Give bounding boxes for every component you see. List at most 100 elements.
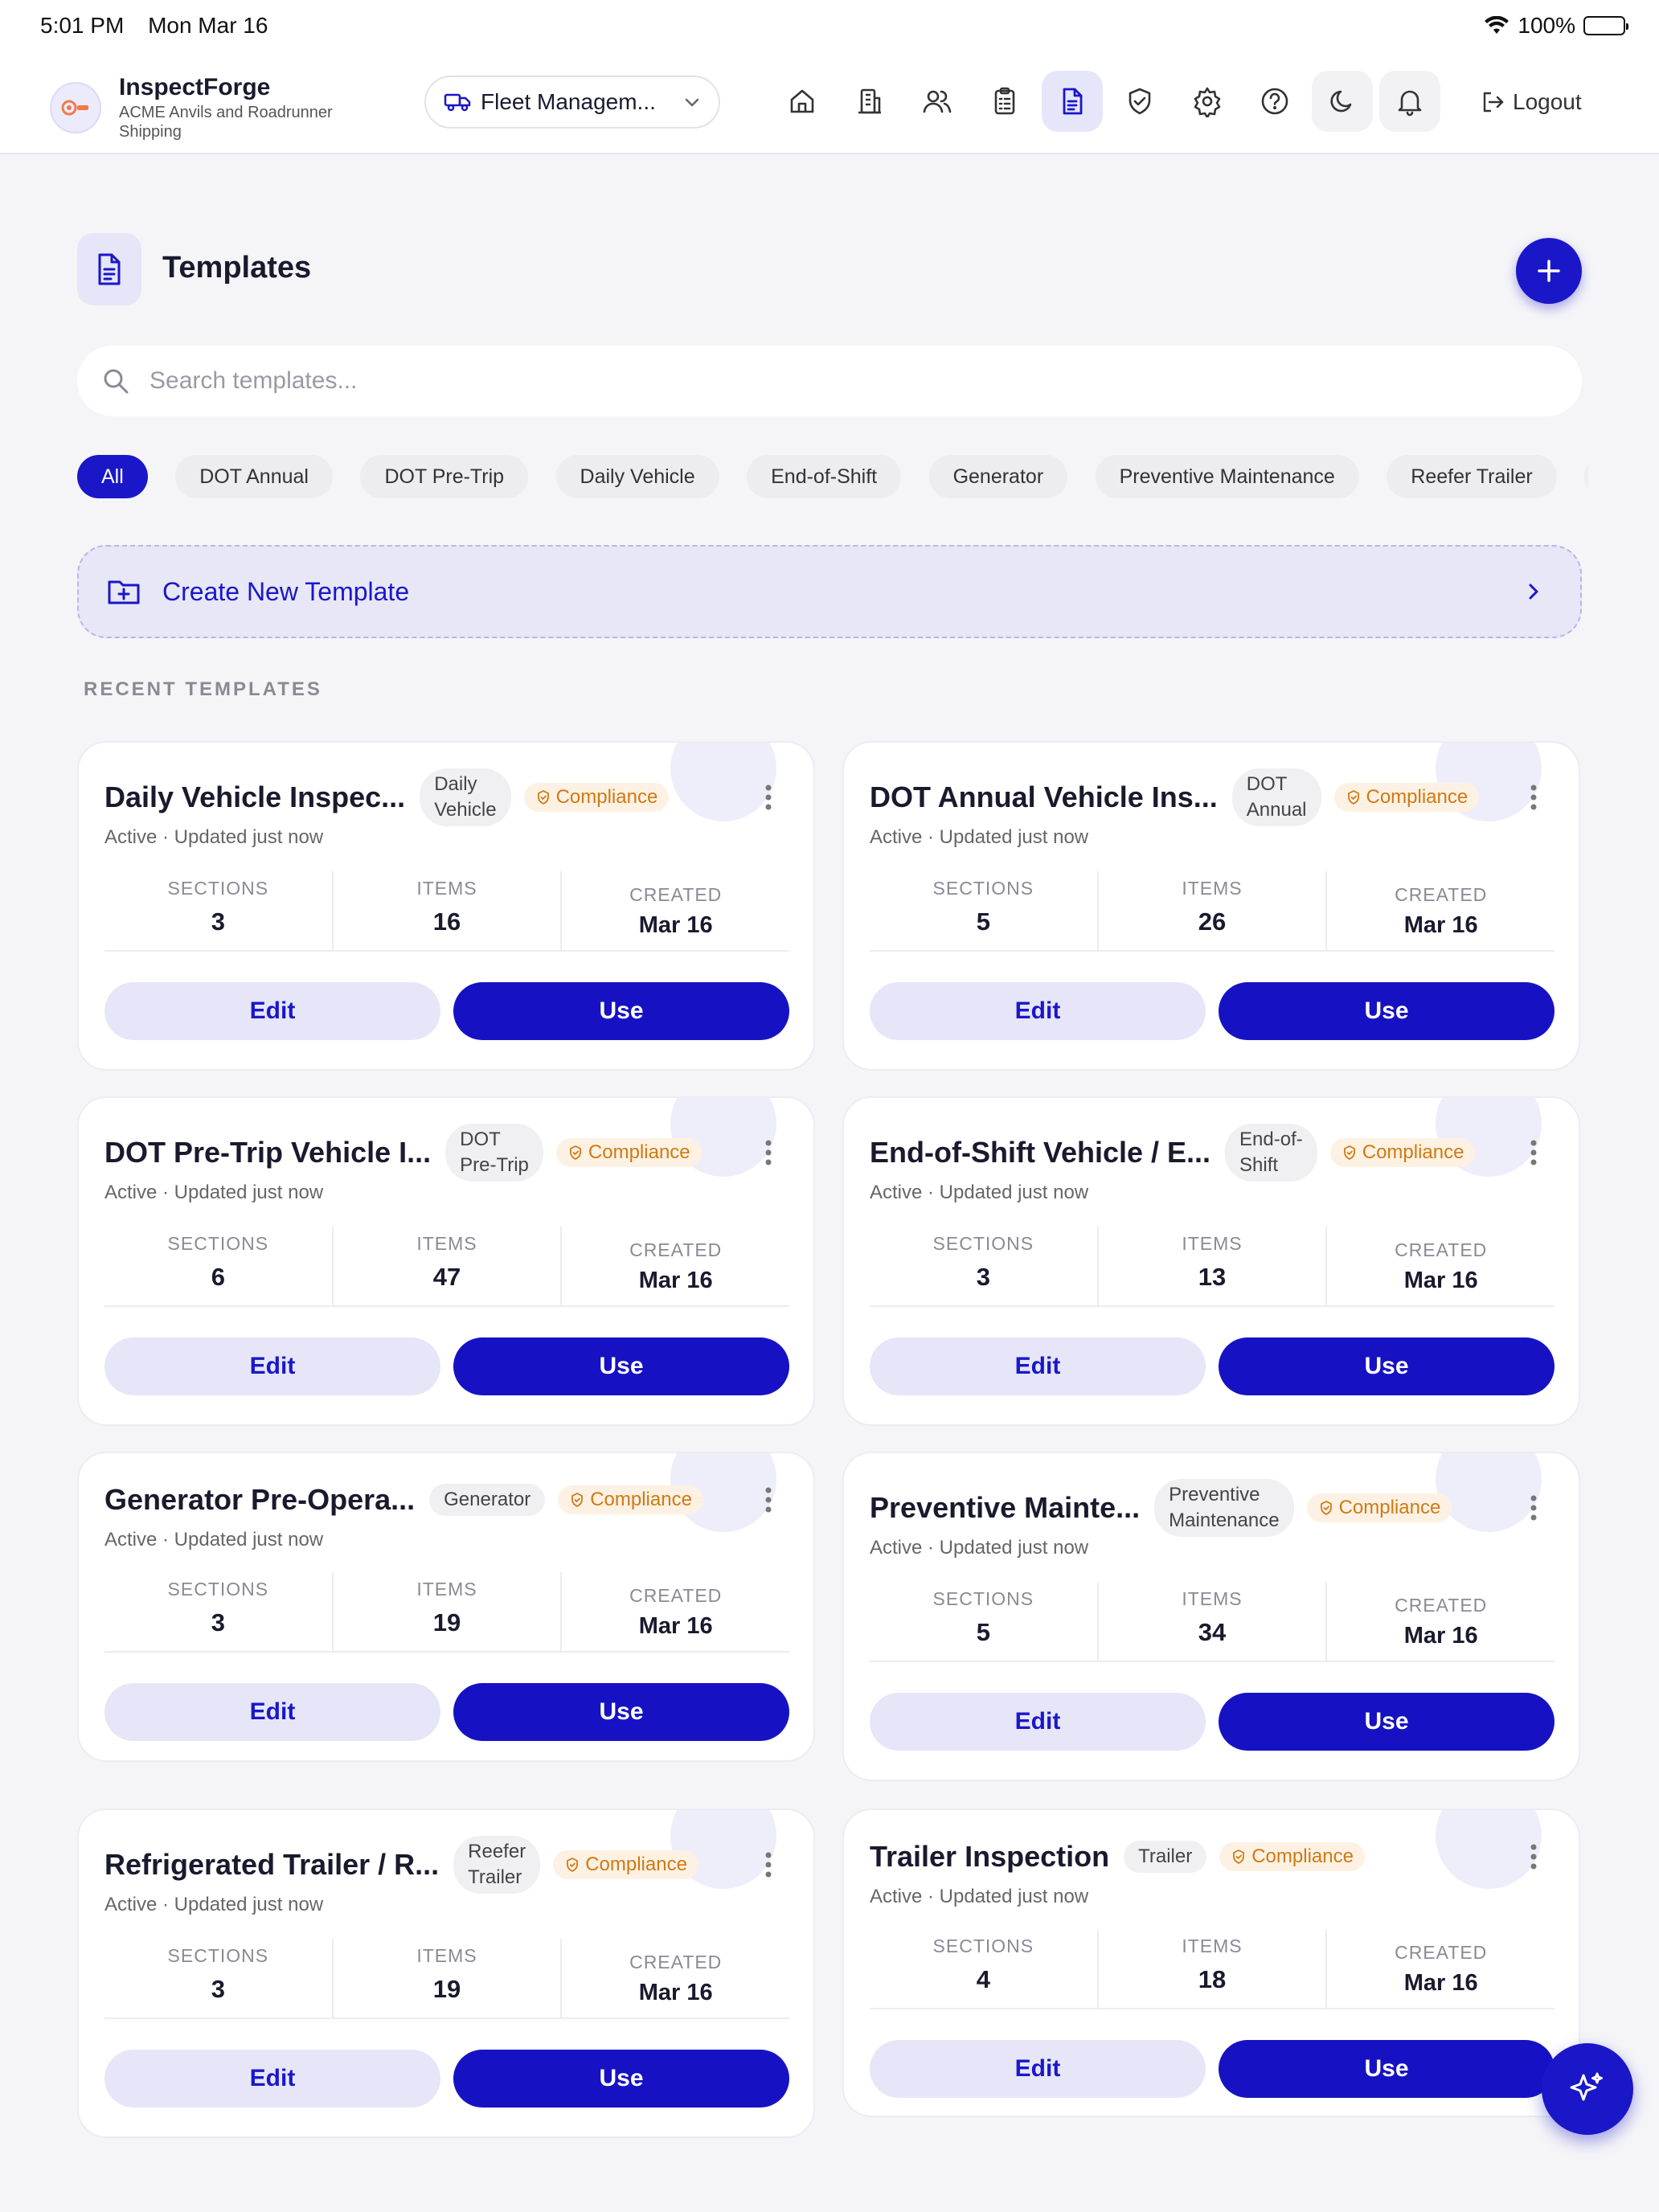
stat-value: Mar 16 <box>1403 1268 1478 1293</box>
template-status: Active · Updated just now <box>870 1537 1089 1559</box>
brand[interactable]: InspectForge ACME Anvils and Roadrunner … <box>50 74 360 141</box>
filter-chip-daily-vehicle[interactable]: Daily Vehicle <box>555 455 719 498</box>
use-button[interactable]: Use <box>1219 1693 1555 1751</box>
edit-button[interactable]: Edit <box>870 1337 1206 1395</box>
template-status: Active · Updated just now <box>870 826 1089 848</box>
nav-buildings-button[interactable] <box>839 71 900 132</box>
stat-label: ITEMS <box>1182 1588 1243 1609</box>
template-card[interactable]: DOT Annual Vehicle Ins... DOT Annual Compl… <box>842 741 1580 1071</box>
more-options-button[interactable] <box>752 773 784 821</box>
stat-label: ITEMS <box>416 878 477 899</box>
stat-label: CREATED <box>1395 1595 1488 1616</box>
filter-chip-dot-annual[interactable]: DOT Annual <box>175 455 333 498</box>
compliance-badge: Compliance <box>1219 1842 1365 1871</box>
template-status: Active · Updated just now <box>104 826 324 848</box>
notifications-button[interactable] <box>1379 71 1440 132</box>
logout-button[interactable]: Logout <box>1479 88 1582 116</box>
use-button[interactable]: Use <box>453 2050 789 2108</box>
template-title: Trailer Inspection <box>870 1840 1110 1873</box>
template-stats: SECTIONS 5 ITEMS 26 CREATED Mar 16 <box>870 871 1555 952</box>
stat-label: ITEMS <box>1182 1233 1243 1254</box>
more-vertical-icon <box>1529 783 1538 812</box>
stat-sections: SECTIONS 3 <box>104 1572 332 1651</box>
use-button[interactable]: Use <box>453 982 789 1040</box>
gear-icon <box>1191 85 1223 117</box>
recent-templates-heading: RECENT TEMPLATES <box>84 678 322 700</box>
org-name: ACME Anvils and Roadrunner Shipping <box>119 104 333 141</box>
theme-toggle-button[interactable] <box>1312 71 1373 132</box>
organization-select[interactable]: Fleet Managem... <box>424 76 720 129</box>
template-card[interactable]: Preventive Mainte... Preventive Maintenan… <box>842 1452 1580 1781</box>
create-new-template-button[interactable]: Create New Template <box>77 545 1582 638</box>
filter-chip-preventive-maintenance[interactable]: Preventive Maintenance <box>1095 455 1359 498</box>
more-options-button[interactable] <box>1518 1129 1550 1177</box>
stat-label: ITEMS <box>416 1579 477 1600</box>
document-icon <box>1056 85 1088 117</box>
filter-chip-dot-pre-trip[interactable]: DOT Pre-Trip <box>360 455 529 498</box>
card-header: Trailer Inspection Trailer Compliance <box>870 1825 1555 1889</box>
template-card[interactable]: End-of-Shift Vehicle / E... End-of- Shift… <box>842 1096 1580 1426</box>
use-button[interactable]: Use <box>1219 982 1555 1040</box>
template-card[interactable]: Trailer Inspection Trailer Compliance Activ… <box>842 1809 1580 2117</box>
filter-chip-end-of-shift[interactable]: End-of-Shift <box>747 455 902 498</box>
edit-button[interactable]: Edit <box>104 1683 440 1741</box>
edit-button[interactable]: Edit <box>104 1337 440 1395</box>
users-icon <box>921 85 953 117</box>
more-options-button[interactable] <box>752 1476 784 1524</box>
card-header: DOT Annual Vehicle Ins... DOT Annual Compl… <box>870 765 1555 830</box>
ai-assistant-button[interactable] <box>1542 2043 1633 2135</box>
search-input[interactable] <box>150 367 1436 395</box>
more-options-button[interactable] <box>1518 1833 1550 1881</box>
more-options-button[interactable] <box>752 1129 784 1177</box>
nav-users-button[interactable] <box>907 71 968 132</box>
filter-chip-all[interactable]: All <box>77 455 148 498</box>
template-category-tag: DOT Pre-Trip <box>445 1124 543 1182</box>
filter-chip-reefer-trailer[interactable]: Reefer Trailer <box>1387 455 1557 498</box>
filter-chip-generator[interactable]: Generator <box>928 455 1068 498</box>
stat-items: ITEMS 34 <box>1096 1582 1326 1661</box>
compliance-badge: Compliance <box>1306 1493 1452 1522</box>
nav-compliance-button[interactable] <box>1109 71 1170 132</box>
use-button[interactable]: Use <box>453 1337 789 1395</box>
stat-value: 18 <box>1198 1965 1227 1993</box>
create-new-template-label: Create New Template <box>162 576 410 606</box>
stat-created: CREATED Mar 16 <box>560 1572 789 1651</box>
compliance-label: Compliance <box>1362 1141 1464 1163</box>
top-header: InspectForge ACME Anvils and Roadrunner … <box>0 51 1659 154</box>
stat-label: SECTIONS <box>167 1579 269 1600</box>
edit-button[interactable]: Edit <box>870 982 1206 1040</box>
edit-button[interactable]: Edit <box>870 2040 1206 2098</box>
nav-home-button[interactable] <box>772 71 833 132</box>
brand-logo-icon <box>50 82 101 133</box>
stat-label: ITEMS <box>416 1233 477 1254</box>
use-button[interactable]: Use <box>1219 1337 1555 1395</box>
template-card[interactable]: Generator Pre-Opera... Generator Complianc… <box>77 1452 815 1762</box>
edit-button[interactable]: Edit <box>104 982 440 1040</box>
edit-button[interactable]: Edit <box>870 1693 1206 1751</box>
wifi-icon <box>1484 16 1509 35</box>
edit-button[interactable]: Edit <box>104 2050 440 2108</box>
more-options-button[interactable] <box>1518 1484 1550 1532</box>
stat-created: CREATED Mar 16 <box>560 871 789 950</box>
stat-value: Mar 16 <box>638 1268 713 1293</box>
add-template-button[interactable] <box>1516 238 1582 304</box>
nav-help-button[interactable] <box>1244 71 1305 132</box>
search-bar <box>77 346 1582 416</box>
nav-inspections-button[interactable] <box>974 71 1035 132</box>
stat-value: 16 <box>432 907 461 936</box>
use-button[interactable]: Use <box>453 1683 789 1741</box>
more-options-button[interactable] <box>752 1841 784 1889</box>
card-actions: Edit Use <box>104 982 789 1040</box>
template-card[interactable]: DOT Pre-Trip Vehicle I... DOT Pre-Trip Com… <box>77 1096 815 1426</box>
use-button[interactable]: Use <box>1219 2040 1555 2098</box>
template-card[interactable]: Refrigerated Trailer / R... Reefer Traile… <box>77 1809 815 2138</box>
sparkle-icon <box>1567 2069 1608 2109</box>
template-card[interactable]: Daily Vehicle Inspec... Daily Vehicle Comp… <box>77 741 815 1071</box>
compliance-badge: Compliance <box>1333 783 1480 812</box>
nav-settings-button[interactable] <box>1177 71 1238 132</box>
card-header: DOT Pre-Trip Vehicle I... DOT Pre-Trip Com… <box>104 1120 789 1185</box>
filter-chip-trailer[interactable]: T <box>1584 455 1588 498</box>
nav-templates-button[interactable] <box>1042 71 1103 132</box>
filter-chips: All DOT Annual DOT Pre-Trip Daily Vehicl… <box>77 455 1588 500</box>
more-options-button[interactable] <box>1518 773 1550 821</box>
